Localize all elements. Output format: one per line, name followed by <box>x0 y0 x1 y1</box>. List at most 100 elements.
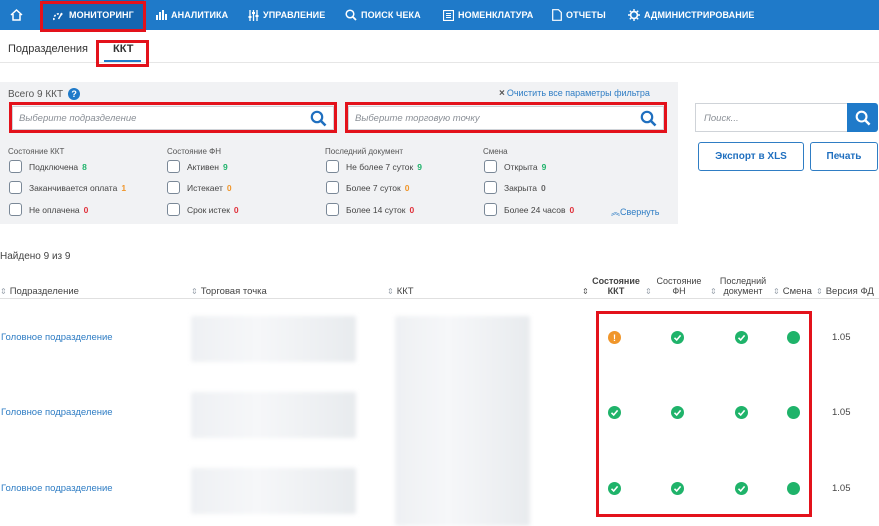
export-xls-button[interactable]: Экспорт в XLS <box>698 142 804 171</box>
filter-group-title: Смена <box>483 147 508 156</box>
column-header-outlet[interactable]: ⇕ Торговая точка <box>191 286 267 297</box>
nav-item-management[interactable]: УПРАВЛЕНИЕ <box>248 0 325 30</box>
filter-checkbox[interactable]: Не более 7 суток 9 <box>326 160 422 173</box>
column-header-label: документ <box>723 286 763 296</box>
column-header-kkt[interactable]: ⇕ ККТ <box>387 286 414 297</box>
nav-item-receipt-search[interactable]: ПОИСК ЧЕКА <box>345 0 421 30</box>
fd-version: 1.05 <box>832 407 851 418</box>
redacted-outlet <box>191 316 356 362</box>
checkbox-count: 0 <box>404 182 410 193</box>
filter-checkbox[interactable]: Закрыта 0 <box>484 181 546 194</box>
column-header-label: Версия ФД <box>825 286 874 297</box>
top-navigation: МОНИТОРИНГ АНАЛИТИКА УПРАВЛЕНИЕ ПОИСК ЧЕ… <box>0 0 879 30</box>
filter-checkbox[interactable]: Истекает 0 <box>167 181 232 194</box>
divider <box>0 298 879 299</box>
redacted-outlet <box>191 392 356 438</box>
filter-checkbox[interactable]: Не оплачена 0 <box>9 203 88 216</box>
sliders-icon <box>248 9 259 21</box>
column-header-label: Смена <box>782 286 812 297</box>
nav-label: АДМИНИСТРИРОВАНИЕ <box>644 10 755 20</box>
checkbox-box[interactable] <box>326 203 339 216</box>
tab-divisions[interactable]: Подразделения <box>8 43 88 55</box>
fd-version: 1.05 <box>832 483 851 494</box>
checkbox-box[interactable] <box>167 181 180 194</box>
checkbox-box[interactable] <box>484 160 497 173</box>
checkbox-count: 9 <box>417 161 422 172</box>
column-header-last-doc[interactable]: Последний документ <box>716 276 770 296</box>
column-header-division[interactable]: ⇕ Подразделение <box>0 286 79 297</box>
collapse-filters-link[interactable]: ︽Свернуть <box>611 205 660 218</box>
highlight-frame <box>596 311 812 517</box>
column-header-label: Состояние <box>656 276 702 286</box>
filter-checkbox[interactable]: Открыта 9 <box>484 160 546 173</box>
division-link[interactable]: Головное подразделение <box>1 407 113 418</box>
search-button[interactable] <box>847 103 878 132</box>
column-header-fn-state[interactable]: Состояние ФН <box>653 276 705 296</box>
filter-checkbox[interactable]: Срок истек 0 <box>167 203 239 216</box>
column-header-label: ФН <box>672 286 686 296</box>
checkbox-box[interactable] <box>9 203 22 216</box>
checkbox-box[interactable] <box>9 181 22 194</box>
column-header-fd-version[interactable]: ⇕ Версия ФД <box>816 286 874 297</box>
checkbox-box[interactable] <box>484 203 497 216</box>
help-icon[interactable]: ? <box>68 88 81 100</box>
close-icon: × <box>499 88 505 99</box>
checkbox-box[interactable] <box>326 181 339 194</box>
nav-label: ОТЧЕТЫ <box>566 10 606 20</box>
division-link[interactable]: Головное подразделение <box>1 483 113 494</box>
document-icon <box>552 9 562 21</box>
filter-checkbox[interactable]: Подключена 8 <box>9 160 87 173</box>
nav-item-nomenclature[interactable]: НОМЕНКЛАТУРА <box>443 0 533 30</box>
tab-kkt[interactable]: ККТ <box>113 43 133 55</box>
search-input[interactable]: Поиск... <box>695 103 848 132</box>
print-button[interactable]: Печать <box>810 142 878 171</box>
column-header-label: ККТ <box>396 286 414 297</box>
checkbox-label: Более 24 часов <box>504 204 566 215</box>
outlet-select[interactable]: Выберите торговую точку <box>348 106 664 130</box>
warning-icon: ! <box>608 331 621 344</box>
checkbox-box[interactable] <box>484 181 497 194</box>
column-header-label: Последний <box>719 276 767 286</box>
filter-checkbox[interactable]: Активен 9 <box>167 160 228 173</box>
checkbox-box[interactable] <box>167 160 180 173</box>
nav-item-reports[interactable]: ОТЧЕТЫ <box>552 0 606 30</box>
nav-item-administration[interactable]: АДМИНИСТРИРОВАНИЕ <box>628 0 755 30</box>
column-header-kkt-state[interactable]: Состояние ККТ <box>590 276 642 296</box>
fd-version: 1.05 <box>832 332 851 343</box>
filter-checkbox[interactable]: Более 7 суток 0 <box>326 181 409 194</box>
checkbox-count: 0 <box>83 204 89 215</box>
checkbox-label: Срок истек <box>187 204 230 215</box>
checkbox-label: Заканчивается оплата <box>29 182 118 193</box>
filter-checkbox[interactable]: Заканчивается оплата 1 <box>9 181 126 194</box>
total-label: Всего 9 ККТ <box>8 88 64 100</box>
search-icon[interactable] <box>640 110 657 127</box>
clear-filters-link[interactable]: × Очистить все параметры фильтра <box>499 88 650 99</box>
total-count: Всего 9 ККТ ? <box>8 88 81 100</box>
column-header-shift[interactable]: ⇕ Смена <box>773 286 812 297</box>
nav-label: ПОИСК ЧЕКА <box>361 10 421 20</box>
checkbox-count: 0 <box>569 204 575 215</box>
nav-item-monitoring[interactable]: МОНИТОРИНГ <box>42 0 144 30</box>
filter-group-title: Состояние ФН <box>167 147 221 156</box>
search-icon <box>345 9 357 21</box>
checkbox-box[interactable] <box>326 160 339 173</box>
column-header-label: ККТ <box>607 286 625 296</box>
filter-checkbox[interactable]: Более 24 часов 0 <box>484 203 574 216</box>
division-select[interactable]: Выберите подразделение <box>12 106 334 130</box>
checkbox-box[interactable] <box>9 160 22 173</box>
column-header-label: Состояние <box>592 276 640 286</box>
checkbox-box[interactable] <box>167 203 180 216</box>
sort-icon: ⇕ <box>816 287 823 296</box>
sort-icon: ⇕ <box>773 287 780 296</box>
filter-checkbox[interactable]: Более 14 суток 0 <box>326 203 414 216</box>
gear-icon <box>628 9 640 21</box>
search-icon[interactable] <box>310 110 327 127</box>
sort-icon: ⇕ <box>387 287 394 296</box>
nav-label: НОМЕНКЛАТУРА <box>458 10 534 20</box>
list-icon <box>443 9 454 21</box>
checkbox-label: Не более 7 суток <box>346 161 414 172</box>
home-icon[interactable] <box>8 0 28 30</box>
redacted-kkt <box>395 316 530 526</box>
division-link[interactable]: Головное подразделение <box>1 332 113 343</box>
nav-item-analytics[interactable]: АНАЛИТИКА <box>156 0 228 30</box>
